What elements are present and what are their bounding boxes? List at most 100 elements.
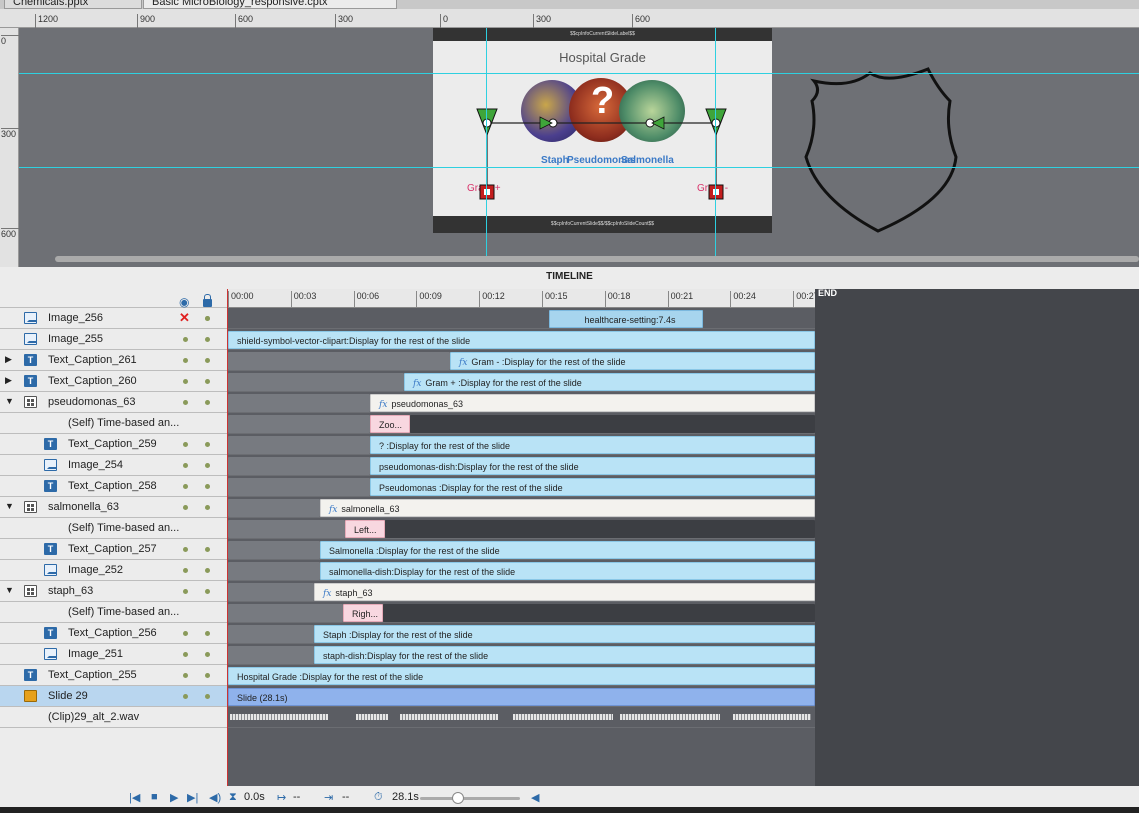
lock-dot[interactable] xyxy=(205,484,210,489)
lock-icon[interactable] xyxy=(203,294,212,307)
timeline-bar[interactable]: healthcare-setting:7.4s xyxy=(549,310,703,328)
timeline-bar[interactable]: Staph :Display for the rest of the slide xyxy=(314,625,815,643)
layer-row[interactable]: ▼ staph_63 xyxy=(0,581,228,602)
timeline-bar[interactable]: fx Gram - :Display for the rest of the sl… xyxy=(450,352,815,370)
layer-row[interactable]: T Text_Caption_258 xyxy=(0,476,228,497)
lock-dot[interactable] xyxy=(205,316,210,321)
timeline-bar[interactable]: Salmonella :Display for the rest of the … xyxy=(320,541,815,559)
lock-dot[interactable] xyxy=(205,337,210,342)
visibility-dot[interactable] xyxy=(183,631,188,636)
path-handle-icon[interactable] xyxy=(711,118,721,128)
timeline-bar[interactable]: pseudomonas-dish:Display for the rest of… xyxy=(370,457,815,475)
layer-row[interactable]: T Text_Caption_256 xyxy=(0,623,228,644)
layer-row[interactable]: Image_254 xyxy=(0,455,228,476)
timeline-bar[interactable]: Left... xyxy=(345,520,385,538)
lock-dot[interactable] xyxy=(205,442,210,447)
lock-dot[interactable] xyxy=(205,568,210,573)
lock-dot[interactable] xyxy=(205,463,210,468)
layer-row[interactable]: ▼ salmonella_63 xyxy=(0,497,228,518)
layer-row[interactable]: (Self) Time-based an... xyxy=(0,518,228,539)
visibility-dot[interactable] xyxy=(183,379,188,384)
lock-dot[interactable] xyxy=(205,589,210,594)
lock-dot[interactable] xyxy=(205,547,210,552)
layer-row[interactable]: Image_252 xyxy=(0,560,228,581)
visibility-dot[interactable] xyxy=(183,694,188,699)
layer-row[interactable]: T Text_Caption_257 xyxy=(0,539,228,560)
tab-basic-microbiology[interactable]: Basic MicroBiology_responsive.cptx xyxy=(143,0,397,9)
timeline-bar[interactable]: Slide (28.1s) xyxy=(228,688,815,706)
timeline-bar[interactable]: fx pseudomonas_63 xyxy=(370,394,815,412)
timeline-bar[interactable]: fx salmonella_63 xyxy=(320,499,815,517)
layer-row[interactable]: T Text_Caption_259 xyxy=(0,434,228,455)
layer-row[interactable]: Image_251 xyxy=(0,644,228,665)
visibility-dot[interactable] xyxy=(183,547,188,552)
path-handle-icon[interactable] xyxy=(482,118,492,128)
layer-row[interactable]: (Self) Time-based an... xyxy=(0,413,228,434)
stop-icon[interactable]: ■ xyxy=(151,791,158,803)
visibility-dot[interactable] xyxy=(183,673,188,678)
lock-dot[interactable] xyxy=(205,505,210,510)
audio-waveform[interactable] xyxy=(400,714,498,720)
guide-line-vertical[interactable] xyxy=(486,28,487,258)
visibility-dot[interactable] xyxy=(183,568,188,573)
timeline-bar[interactable]: fx Gram + :Display for the rest of the sl… xyxy=(404,373,815,391)
shield-symbol-image[interactable] xyxy=(804,67,958,233)
audio-waveform[interactable] xyxy=(620,714,720,720)
guide-line-horizontal[interactable] xyxy=(19,73,1139,74)
visibility-dot[interactable] xyxy=(183,589,188,594)
timeline-bar[interactable]: Pseudomonas :Display for the rest of the… xyxy=(370,478,815,496)
visibility-dot[interactable] xyxy=(183,358,188,363)
stage-horizontal-scrollbar[interactable] xyxy=(55,256,1139,262)
zoom-slider[interactable] xyxy=(420,797,520,800)
visibility-dot[interactable] xyxy=(183,442,188,447)
timeline-bar[interactable]: shield-symbol-vector-clipart:Display for… xyxy=(228,331,815,349)
timeline-bar[interactable]: staph-dish:Display for the rest of the s… xyxy=(314,646,815,664)
layer-row[interactable]: T Text_Caption_255 xyxy=(0,665,228,686)
guide-line-vertical[interactable] xyxy=(715,28,716,258)
visibility-dot[interactable] xyxy=(183,463,188,468)
visibility-dot[interactable] xyxy=(183,400,188,405)
playhead[interactable] xyxy=(227,289,228,786)
visibility-dot[interactable] xyxy=(183,652,188,657)
lock-dot[interactable] xyxy=(205,631,210,636)
lock-dot[interactable] xyxy=(205,673,210,678)
timeline-bar[interactable]: Righ... xyxy=(343,604,383,622)
lock-dot[interactable] xyxy=(205,400,210,405)
expand-toggle-icon[interactable]: ▶ xyxy=(5,375,12,386)
layer-row[interactable]: Image_256 ✕ xyxy=(0,308,228,329)
lock-dot[interactable] xyxy=(205,652,210,657)
expand-toggle-icon[interactable]: ▼ xyxy=(5,396,14,406)
audio-icon[interactable]: ◀) xyxy=(209,791,221,804)
timeline-bar[interactable]: Hospital Grade :Display for the rest of … xyxy=(228,667,815,685)
lock-dot[interactable] xyxy=(205,694,210,699)
visibility-dot[interactable] xyxy=(183,505,188,510)
expand-toggle-icon[interactable]: ▶ xyxy=(5,354,12,365)
layer-row[interactable]: ▼ pseudomonas_63 xyxy=(0,392,228,413)
audio-waveform[interactable] xyxy=(230,714,328,720)
visibility-dot[interactable] xyxy=(183,484,188,489)
visibility-dot[interactable] xyxy=(183,337,188,342)
audio-waveform[interactable] xyxy=(513,714,613,720)
expand-toggle-icon[interactable]: ▼ xyxy=(5,585,14,595)
timeline-bar[interactable]: Zoo... xyxy=(370,415,410,433)
eye-icon[interactable]: ◉ xyxy=(179,295,189,309)
layer-row[interactable]: Image_255 xyxy=(0,329,228,350)
hidden-x-icon[interactable]: ✕ xyxy=(179,310,190,326)
play-icon[interactable]: ▶ xyxy=(170,791,178,804)
layer-row[interactable]: Slide 29 xyxy=(0,686,228,707)
collapse-arrow-icon[interactable]: ◀ xyxy=(531,791,539,804)
timeline-bar[interactable]: fx staph_63 xyxy=(314,583,815,601)
audio-waveform[interactable] xyxy=(733,714,811,720)
audio-waveform[interactable] xyxy=(356,714,388,720)
rewind-icon[interactable]: |◀ xyxy=(129,791,140,804)
layer-row[interactable]: (Clip)29_alt_2.wav xyxy=(0,707,228,728)
layer-row[interactable]: ▶ T Text_Caption_261 xyxy=(0,350,228,371)
forward-icon[interactable]: ▶| xyxy=(187,791,198,804)
zoom-slider-thumb[interactable] xyxy=(452,792,464,804)
guide-line-horizontal[interactable] xyxy=(19,167,1139,168)
tab-chemicals[interactable]: Chemicals.pptx xyxy=(4,0,142,9)
timeline-bar[interactable]: salmonella-dish:Display for the rest of … xyxy=(320,562,815,580)
layer-row[interactable]: ▶ T Text_Caption_260 xyxy=(0,371,228,392)
expand-toggle-icon[interactable]: ▼ xyxy=(5,501,14,511)
lock-dot[interactable] xyxy=(205,379,210,384)
